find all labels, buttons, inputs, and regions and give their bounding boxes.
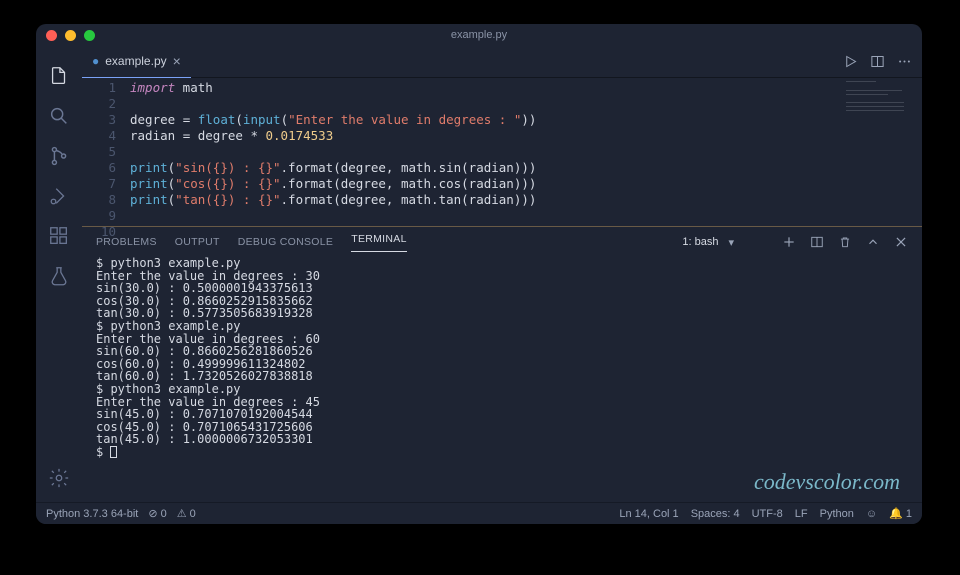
- debug-icon[interactable]: [36, 176, 82, 216]
- extensions-icon[interactable]: [36, 216, 82, 256]
- terminal-cursor: [110, 446, 117, 458]
- settings-gear-icon[interactable]: [36, 458, 82, 498]
- status-notifications[interactable]: 🔔 1: [889, 507, 912, 520]
- status-python-version[interactable]: Python 3.7.3 64-bit: [46, 508, 138, 520]
- titlebar: example.py: [36, 24, 922, 46]
- activity-bar: [36, 46, 82, 502]
- main-body: ● example.py × 12345678910 import math d…: [36, 46, 922, 502]
- watermark-text: codevscolor.com: [754, 469, 900, 495]
- status-language[interactable]: Python: [820, 508, 854, 520]
- code-lines: import math degree = float(input("Enter …: [130, 78, 922, 226]
- window-title: example.py: [36, 29, 922, 41]
- terminal-line: sin(60.0) : 0.8660256281860526: [96, 345, 908, 358]
- code-editor[interactable]: 12345678910 import math degree = float(i…: [82, 78, 922, 226]
- python-file-icon: ●: [92, 54, 99, 68]
- terminal-line: $ python3 example.py: [96, 383, 908, 396]
- status-warnings[interactable]: ⚠ 0: [177, 507, 196, 520]
- status-eol[interactable]: LF: [795, 508, 808, 520]
- run-icon[interactable]: [843, 54, 858, 69]
- more-actions-icon[interactable]: [897, 54, 912, 69]
- tabs-row: ● example.py ×: [82, 46, 922, 78]
- status-bar: Python 3.7.3 64-bit ⊘ 0 ⚠ 0 Ln 14, Col 1…: [36, 502, 922, 524]
- explorer-icon[interactable]: [36, 56, 82, 96]
- terminal-line: sin(30.0) : 0.5000001943375613: [96, 282, 908, 295]
- terminal-prompt: $: [96, 446, 908, 459]
- testing-icon[interactable]: [36, 256, 82, 296]
- terminal-line: $ python3 example.py: [96, 320, 908, 333]
- terminal-line: tan(45.0) : 1.0000006732053301: [96, 433, 908, 446]
- status-errors[interactable]: ⊘ 0: [148, 507, 166, 520]
- dropdown-icon[interactable]: ▾: [728, 236, 734, 249]
- terminal-output[interactable]: $ python3 example.py Enter the value in …: [82, 257, 922, 502]
- tab-example-py[interactable]: ● example.py ×: [82, 46, 191, 78]
- tab-close-button[interactable]: ×: [173, 53, 181, 69]
- editor-window: example.py: [36, 24, 922, 524]
- status-ln-col[interactable]: Ln 14, Col 1: [619, 508, 678, 520]
- terminal-line: $ python3 example.py: [96, 257, 908, 270]
- editor-area: ● example.py × 12345678910 import math d…: [82, 46, 922, 502]
- gutter: 12345678910: [82, 78, 130, 226]
- tab-label: example.py: [105, 54, 166, 68]
- minimap[interactable]: [842, 78, 922, 226]
- status-feedback-icon[interactable]: ☺: [866, 508, 877, 520]
- status-indentation[interactable]: Spaces: 4: [691, 508, 740, 520]
- terminal-line: sin(45.0) : 0.7071070192004544: [96, 408, 908, 421]
- source-control-icon[interactable]: [36, 136, 82, 176]
- search-icon[interactable]: [36, 96, 82, 136]
- panel: PROBLEMS OUTPUT DEBUG CONSOLE TERMINAL 1…: [82, 226, 922, 502]
- split-editor-icon[interactable]: [870, 54, 885, 69]
- status-encoding[interactable]: UTF-8: [752, 508, 783, 520]
- editor-actions: [843, 54, 922, 69]
